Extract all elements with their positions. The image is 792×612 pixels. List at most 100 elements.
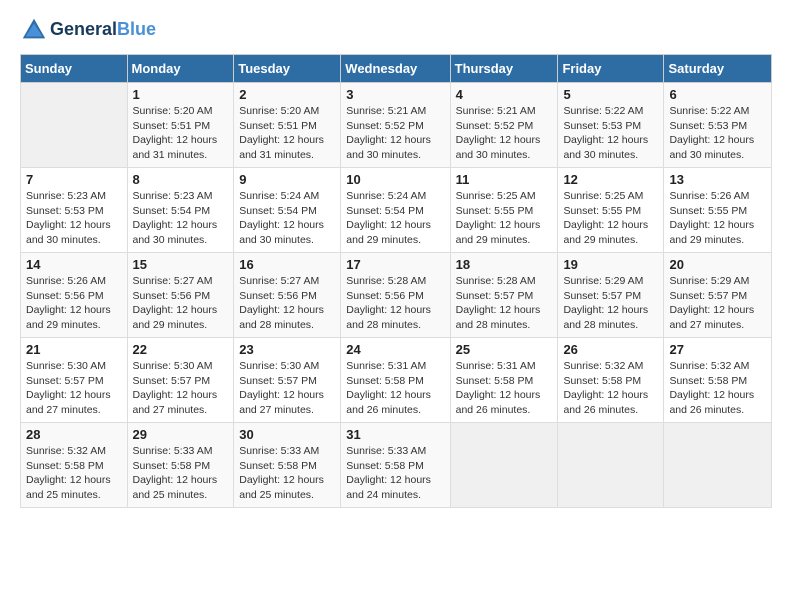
day-number: 21 xyxy=(26,342,122,357)
calendar-body: 1Sunrise: 5:20 AMSunset: 5:51 PMDaylight… xyxy=(21,83,772,508)
page: GeneralBlue SundayMondayTuesdayWednesday… xyxy=(0,0,792,612)
day-number: 2 xyxy=(239,87,335,102)
weekday-header-friday: Friday xyxy=(558,55,664,83)
weekday-header-monday: Monday xyxy=(127,55,234,83)
logo-blue: Blue xyxy=(117,19,156,39)
day-cell: 20 Sunrise: 5:29 AMSunset: 5:57 PMDayligh… xyxy=(664,253,772,338)
day-info: Sunrise: 5:30 AMSunset: 5:57 PMDaylight:… xyxy=(26,359,122,418)
day-number: 15 xyxy=(133,257,229,272)
day-cell: 17 Sunrise: 5:28 AMSunset: 5:56 PMDayligh… xyxy=(341,253,450,338)
day-cell: 4Sunrise: 5:21 AMSunset: 5:52 PMDaylight… xyxy=(450,83,558,168)
logo-icon xyxy=(20,16,48,44)
week-row-0: 1Sunrise: 5:20 AMSunset: 5:51 PMDaylight… xyxy=(21,83,772,168)
header: GeneralBlue xyxy=(20,16,772,44)
day-number: 24 xyxy=(346,342,444,357)
day-info: Sunrise: 5:27 AMSunset: 5:56 PMDaylight:… xyxy=(133,274,229,333)
day-cell: 30 Sunrise: 5:33 AMSunset: 5:58 PMDayligh… xyxy=(234,423,341,508)
day-info: Sunrise: 5:28 AMSunset: 5:57 PMDaylight:… xyxy=(456,274,553,333)
day-cell xyxy=(21,83,128,168)
day-cell: 16 Sunrise: 5:27 AMSunset: 5:56 PMDayligh… xyxy=(234,253,341,338)
day-cell: 22 Sunrise: 5:30 AMSunset: 5:57 PMDayligh… xyxy=(127,338,234,423)
day-info: Sunrise: 5:30 AMSunset: 5:57 PMDaylight:… xyxy=(133,359,229,418)
week-row-1: 7 Sunrise: 5:23 AMSunset: 5:53 PMDaylight… xyxy=(21,168,772,253)
day-info: Sunrise: 5:33 AMSunset: 5:58 PMDaylight:… xyxy=(239,444,335,503)
weekday-row: SundayMondayTuesdayWednesdayThursdayFrid… xyxy=(21,55,772,83)
day-cell: 2Sunrise: 5:20 AMSunset: 5:51 PMDaylight… xyxy=(234,83,341,168)
day-number: 23 xyxy=(239,342,335,357)
day-cell: 3 Sunrise: 5:21 AMSunset: 5:52 PMDaylight… xyxy=(341,83,450,168)
day-number: 19 xyxy=(563,257,658,272)
day-number: 4 xyxy=(456,87,553,102)
day-number: 7 xyxy=(26,172,122,187)
day-info: Sunrise: 5:33 AMSunset: 5:58 PMDaylight:… xyxy=(133,444,229,503)
day-info: Sunrise: 5:20 AMSunset: 5:51 PMDaylight:… xyxy=(133,104,229,163)
weekday-header-wednesday: Wednesday xyxy=(341,55,450,83)
day-number: 13 xyxy=(669,172,766,187)
day-number: 11 xyxy=(456,172,553,187)
day-info: Sunrise: 5:23 AMSunset: 5:53 PMDaylight:… xyxy=(26,189,122,248)
day-cell: 1Sunrise: 5:20 AMSunset: 5:51 PMDaylight… xyxy=(127,83,234,168)
day-info: Sunrise: 5:22 AMSunset: 5:53 PMDaylight:… xyxy=(563,104,658,163)
day-number: 28 xyxy=(26,427,122,442)
week-row-4: 28 Sunrise: 5:32 AMSunset: 5:58 PMDayligh… xyxy=(21,423,772,508)
day-info: Sunrise: 5:32 AMSunset: 5:58 PMDaylight:… xyxy=(26,444,122,503)
day-info: Sunrise: 5:26 AMSunset: 5:56 PMDaylight:… xyxy=(26,274,122,333)
day-cell: 28 Sunrise: 5:32 AMSunset: 5:58 PMDayligh… xyxy=(21,423,128,508)
day-cell: 27 Sunrise: 5:32 AMSunset: 5:58 PMDayligh… xyxy=(664,338,772,423)
week-row-2: 14 Sunrise: 5:26 AMSunset: 5:56 PMDayligh… xyxy=(21,253,772,338)
day-cell: 24Sunrise: 5:31 AMSunset: 5:58 PMDayligh… xyxy=(341,338,450,423)
day-number: 16 xyxy=(239,257,335,272)
day-info: Sunrise: 5:33 AMSunset: 5:58 PMDaylight:… xyxy=(346,444,444,503)
calendar-header: SundayMondayTuesdayWednesdayThursdayFrid… xyxy=(21,55,772,83)
day-number: 26 xyxy=(563,342,658,357)
day-number: 29 xyxy=(133,427,229,442)
day-number: 27 xyxy=(669,342,766,357)
day-cell xyxy=(664,423,772,508)
logo: GeneralBlue xyxy=(20,16,156,44)
day-info: Sunrise: 5:30 AMSunset: 5:57 PMDaylight:… xyxy=(239,359,335,418)
weekday-header-saturday: Saturday xyxy=(664,55,772,83)
week-row-3: 21 Sunrise: 5:30 AMSunset: 5:57 PMDayligh… xyxy=(21,338,772,423)
day-cell: 10Sunrise: 5:24 AMSunset: 5:54 PMDayligh… xyxy=(341,168,450,253)
day-number: 22 xyxy=(133,342,229,357)
day-cell: 7 Sunrise: 5:23 AMSunset: 5:53 PMDaylight… xyxy=(21,168,128,253)
day-cell: 18 Sunrise: 5:28 AMSunset: 5:57 PMDayligh… xyxy=(450,253,558,338)
day-info: Sunrise: 5:21 AMSunset: 5:52 PMDaylight:… xyxy=(346,104,444,163)
day-cell: 19Sunrise: 5:29 AMSunset: 5:57 PMDayligh… xyxy=(558,253,664,338)
day-number: 17 xyxy=(346,257,444,272)
logo-text: GeneralBlue xyxy=(50,20,156,40)
day-cell: 14 Sunrise: 5:26 AMSunset: 5:56 PMDayligh… xyxy=(21,253,128,338)
day-number: 30 xyxy=(239,427,335,442)
day-number: 18 xyxy=(456,257,553,272)
day-info: Sunrise: 5:27 AMSunset: 5:56 PMDaylight:… xyxy=(239,274,335,333)
day-info: Sunrise: 5:31 AMSunset: 5:58 PMDaylight:… xyxy=(456,359,553,418)
day-cell xyxy=(450,423,558,508)
weekday-header-sunday: Sunday xyxy=(21,55,128,83)
day-number: 20 xyxy=(669,257,766,272)
day-cell: 15 Sunrise: 5:27 AMSunset: 5:56 PMDayligh… xyxy=(127,253,234,338)
day-info: Sunrise: 5:24 AMSunset: 5:54 PMDaylight:… xyxy=(239,189,335,248)
day-info: Sunrise: 5:24 AMSunset: 5:54 PMDaylight:… xyxy=(346,189,444,248)
day-info: Sunrise: 5:32 AMSunset: 5:58 PMDaylight:… xyxy=(669,359,766,418)
day-number: 14 xyxy=(26,257,122,272)
day-number: 5 xyxy=(563,87,658,102)
day-info: Sunrise: 5:25 AMSunset: 5:55 PMDaylight:… xyxy=(563,189,658,248)
day-cell: 13 Sunrise: 5:26 AMSunset: 5:55 PMDayligh… xyxy=(664,168,772,253)
day-info: Sunrise: 5:23 AMSunset: 5:54 PMDaylight:… xyxy=(133,189,229,248)
day-cell: 21 Sunrise: 5:30 AMSunset: 5:57 PMDayligh… xyxy=(21,338,128,423)
day-number: 6 xyxy=(669,87,766,102)
logo-general: General xyxy=(50,19,117,39)
day-number: 3 xyxy=(346,87,444,102)
day-cell: 31Sunrise: 5:33 AMSunset: 5:58 PMDayligh… xyxy=(341,423,450,508)
day-number: 12 xyxy=(563,172,658,187)
day-info: Sunrise: 5:28 AMSunset: 5:56 PMDaylight:… xyxy=(346,274,444,333)
day-cell: 25Sunrise: 5:31 AMSunset: 5:58 PMDayligh… xyxy=(450,338,558,423)
day-cell: 11Sunrise: 5:25 AMSunset: 5:55 PMDayligh… xyxy=(450,168,558,253)
calendar-table: SundayMondayTuesdayWednesdayThursdayFrid… xyxy=(20,54,772,508)
day-info: Sunrise: 5:26 AMSunset: 5:55 PMDaylight:… xyxy=(669,189,766,248)
day-cell: 23 Sunrise: 5:30 AMSunset: 5:57 PMDayligh… xyxy=(234,338,341,423)
day-number: 8 xyxy=(133,172,229,187)
day-info: Sunrise: 5:29 AMSunset: 5:57 PMDaylight:… xyxy=(669,274,766,333)
day-info: Sunrise: 5:22 AMSunset: 5:53 PMDaylight:… xyxy=(669,104,766,163)
day-number: 9 xyxy=(239,172,335,187)
